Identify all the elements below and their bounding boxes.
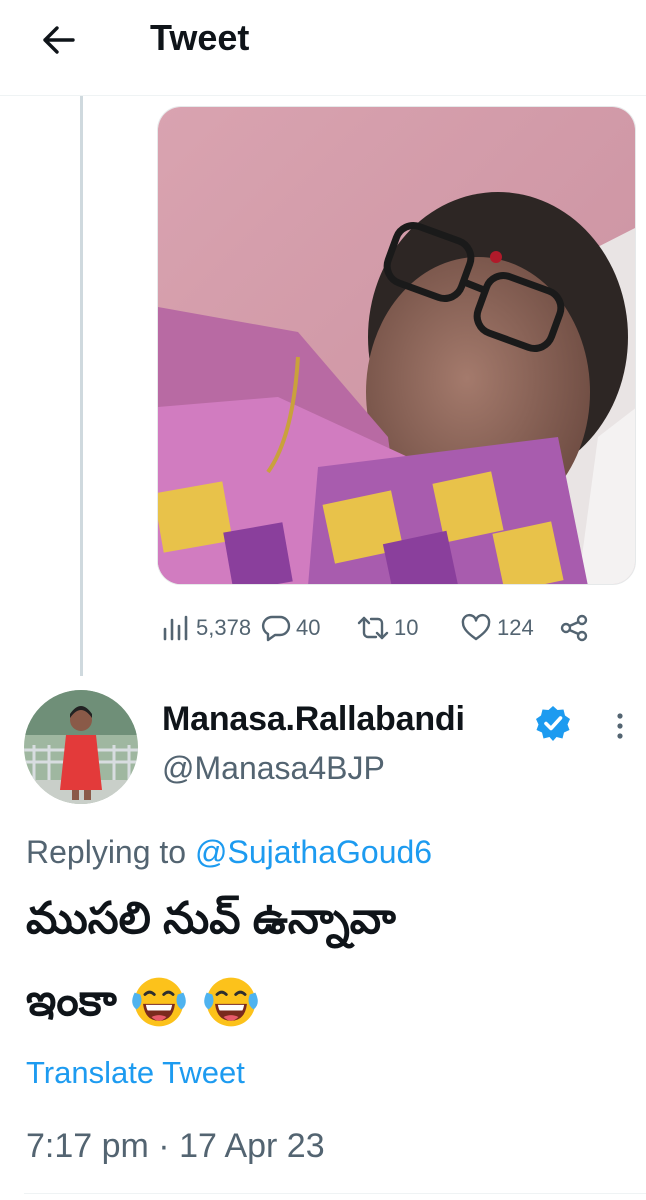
reply-bubble-icon — [261, 615, 291, 642]
replying-to-prefix: Replying to — [26, 834, 187, 870]
tweet-text-line-2: ఇంకా — [26, 960, 626, 1042]
share-button[interactable] — [558, 608, 590, 648]
avatar[interactable] — [24, 690, 138, 804]
top-bar: Tweet — [0, 0, 646, 96]
engagement-bar: 5,378 40 10 124 — [160, 608, 630, 648]
retweet-button[interactable]: 10 — [356, 608, 418, 648]
avatar-photo — [24, 690, 138, 804]
thread-connector-line — [80, 96, 83, 676]
author-display-name[interactable]: Manasa.Rallabandi — [162, 697, 465, 741]
face-with-tears-of-joy-icon — [132, 977, 186, 1027]
views-button[interactable]: 5,378 — [160, 608, 251, 648]
retweet-icon — [357, 616, 389, 640]
emoji-group — [129, 958, 261, 1040]
reply-count: 40 — [296, 615, 321, 640]
tweet-timestamp[interactable]: 7:17 pm · 17 Apr 23 — [26, 1122, 325, 1170]
translate-tweet-link[interactable]: Translate Tweet — [26, 1051, 245, 1095]
page-title: Tweet — [150, 17, 250, 58]
like-count: 124 — [497, 615, 534, 640]
verified-badge-icon — [536, 706, 570, 741]
tweet-text-word: ఇంకా — [26, 976, 117, 1025]
replying-to-line: Replying to @SujathaGoud6 — [26, 830, 432, 874]
arrow-left-icon — [43, 26, 75, 54]
more-options-icon[interactable] — [605, 708, 635, 744]
author-handle[interactable]: @Manasa4BJP — [162, 746, 385, 790]
divider — [24, 1193, 646, 1194]
reply-button[interactable]: 40 — [260, 608, 320, 648]
replying-to-handle-link[interactable]: @SujathaGoud6 — [195, 834, 432, 870]
retweet-count: 10 — [394, 615, 419, 640]
photo-of-woman-in-saree — [158, 107, 635, 584]
back-button[interactable] — [36, 20, 80, 60]
tweet-text: ముసలి నువ్ ఉన్నావా ఇంకా — [26, 878, 626, 1042]
face-with-tears-of-joy-icon — [204, 977, 259, 1027]
tweet-text-line-1: ముసలి నువ్ ఉన్నావా — [26, 894, 396, 943]
views-count: 5,378 — [196, 615, 252, 640]
heart-icon — [461, 613, 491, 641]
quoted-post-image[interactable] — [157, 106, 636, 585]
views-chart-icon — [163, 615, 188, 641]
share-icon — [560, 614, 588, 642]
like-button[interactable]: 124 — [459, 608, 534, 648]
